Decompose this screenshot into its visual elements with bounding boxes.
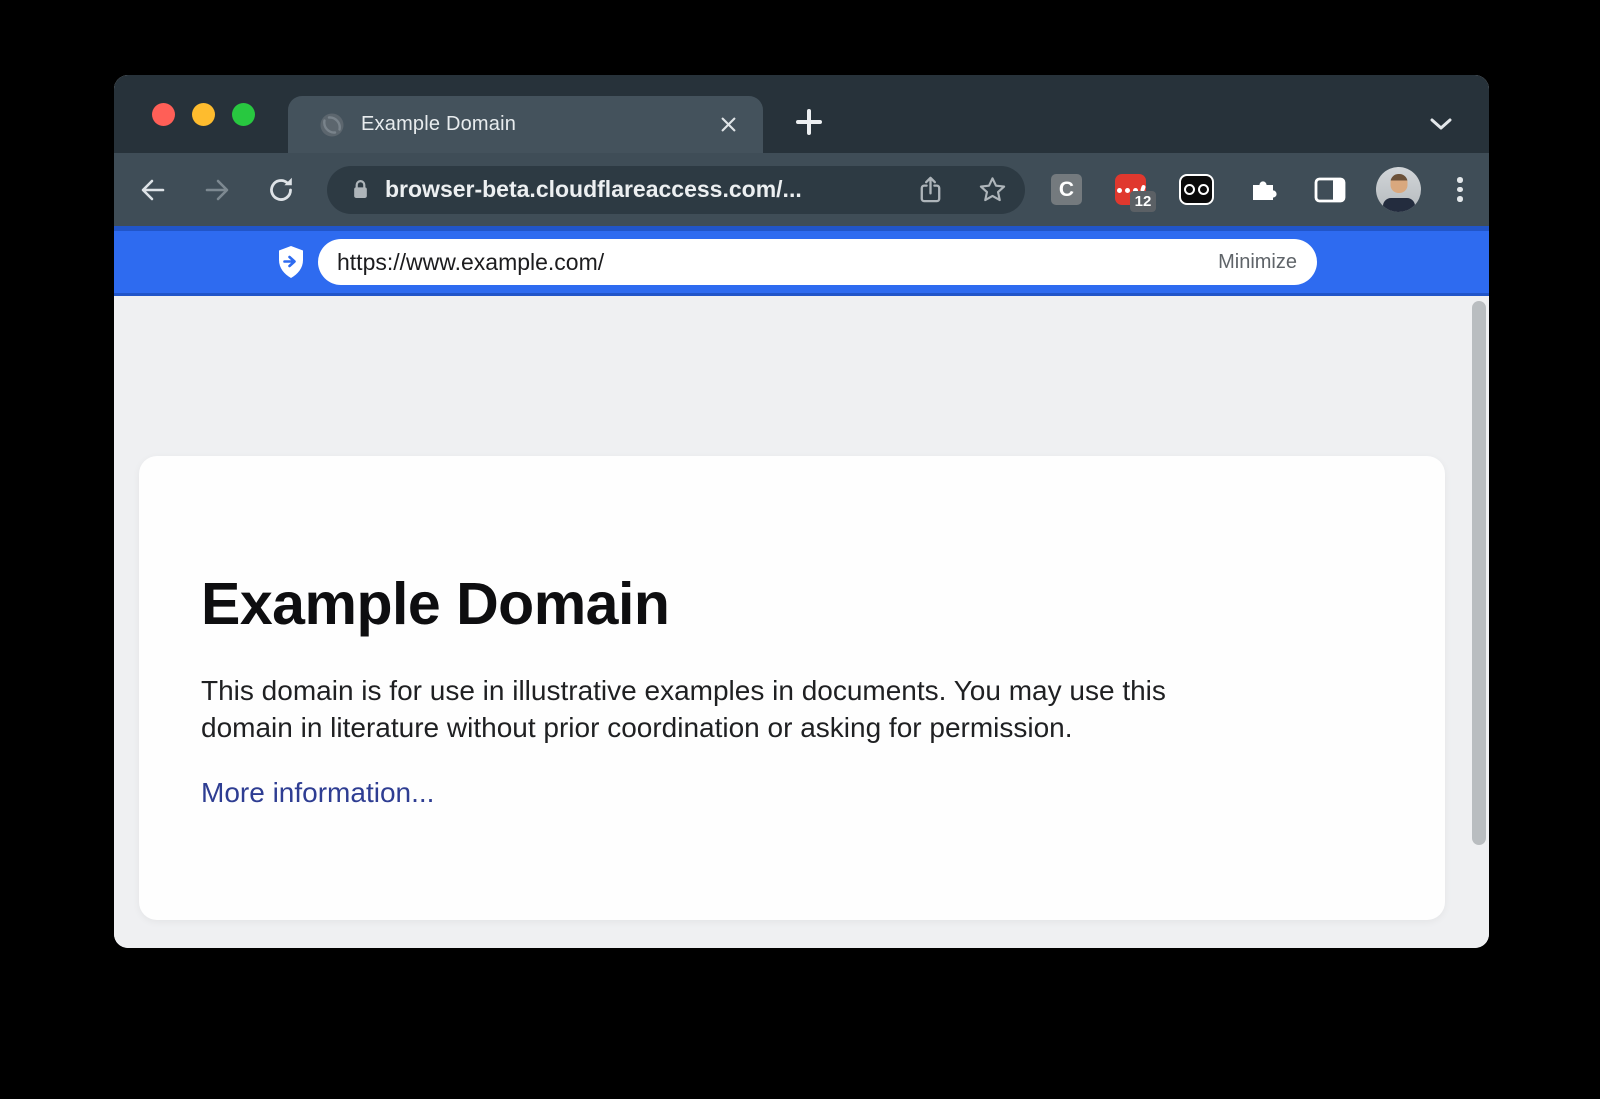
tab-title: Example Domain [361,113,516,136]
browser-window: Example Domain [114,75,1489,948]
avatar-body [1383,198,1415,212]
page-body-line1: This domain is for use in illustrative e… [201,675,1166,706]
more-information-link[interactable]: More information... [201,777,434,809]
isolation-url-bar: Minimize [114,226,1489,296]
window-controls [152,103,255,126]
side-panel-icon[interactable] [1313,175,1347,205]
profile-avatar[interactable] [1376,167,1421,212]
tab-search-chevron-icon[interactable] [1428,115,1454,133]
screenshot-stage: Example Domain [0,0,1600,1099]
back-icon[interactable] [137,174,169,206]
page-viewport: Example Domain This domain is for use in… [114,296,1489,948]
minimize-bar-button[interactable]: Minimize [1218,251,1297,274]
browser-menu-kebab-icon[interactable] [1450,173,1470,207]
navigation-toolbar: browser-beta.cloudflareaccess.com/... C [114,153,1489,226]
page-body: This domain is for use in illustrative e… [201,672,1383,746]
tab-close-icon[interactable] [715,112,741,138]
address-bar[interactable]: browser-beta.cloudflareaccess.com/... [327,166,1025,214]
tab-example-domain[interactable]: Example Domain [288,96,763,153]
circle-glyph [1184,184,1195,195]
avatar-head [1390,174,1407,193]
extension-badge-count: 12 [1130,191,1156,212]
forward-icon[interactable] [201,174,233,206]
new-tab-button[interactable] [792,105,826,139]
address-bar-url: browser-beta.cloudflareaccess.com/... [385,176,802,203]
extension-red-dots-icon[interactable]: 12 [1115,174,1146,205]
extension-c-icon[interactable]: C [1051,174,1082,205]
extensions-area: C 12 [1051,167,1470,212]
extension-c-label: C [1059,178,1074,202]
isolation-url-input[interactable] [337,249,1218,276]
share-icon[interactable] [913,173,947,207]
extensions-puzzle-icon[interactable] [1247,173,1280,206]
isolation-shield-icon [275,244,307,280]
window-close-button[interactable] [152,103,175,126]
scrollbar-thumb[interactable] [1472,301,1486,845]
circle-glyph [1198,184,1209,195]
globe-favicon-icon [319,112,345,138]
bookmark-star-icon[interactable] [975,173,1009,207]
example-domain-card: Example Domain This domain is for use in… [139,456,1445,920]
reload-icon[interactable] [265,174,297,206]
window-zoom-button[interactable] [232,103,255,126]
tab-strip: Example Domain [114,75,1489,153]
lock-icon [347,176,374,203]
page-body-line2: domain in literature without prior coord… [201,712,1073,743]
page-title: Example Domain [201,570,1383,638]
extension-double-circle-icon[interactable] [1179,174,1214,205]
isolation-url-field: Minimize [318,239,1317,285]
window-minimize-button[interactable] [192,103,215,126]
